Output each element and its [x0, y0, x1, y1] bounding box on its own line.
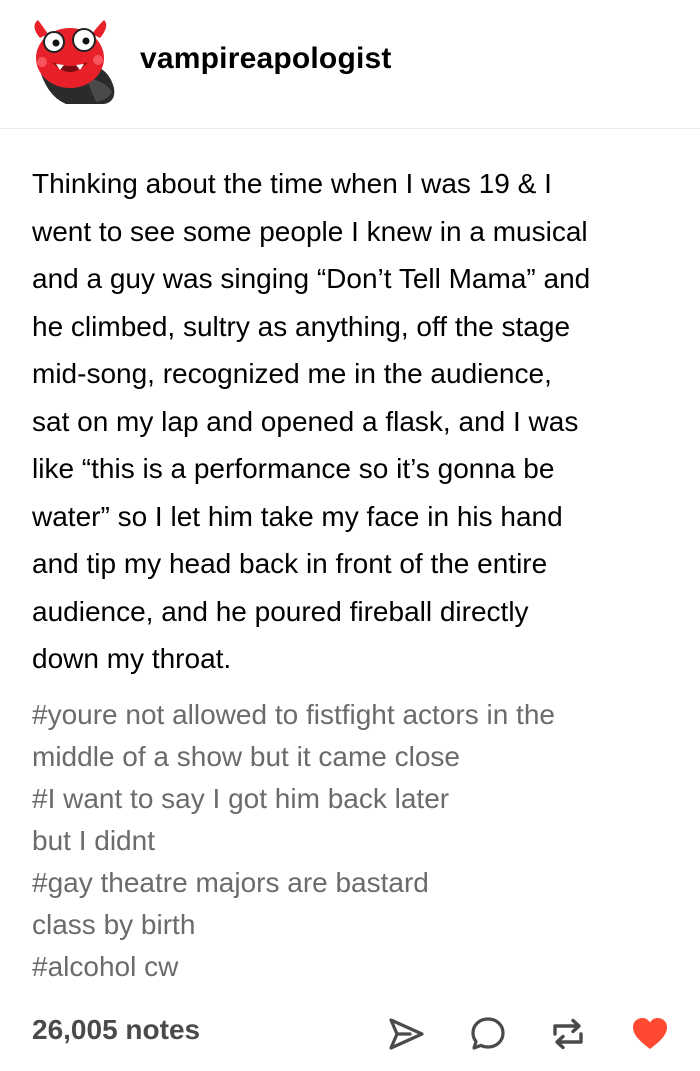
- tag-line[interactable]: middle of a show but it came close: [32, 736, 682, 778]
- post-tags: #youre not allowed to fistfight actors i…: [32, 694, 682, 988]
- share-button[interactable]: [386, 1014, 426, 1054]
- tag-line[interactable]: #youre not allowed to fistfight actors i…: [32, 694, 682, 736]
- avatar[interactable]: [26, 18, 118, 108]
- username[interactable]: vampireapologist: [140, 42, 392, 76]
- post-body-line: and tip my head back in front of the ent…: [32, 548, 548, 579]
- post-body-line: audience, and he poured fireball directl…: [32, 595, 529, 627]
- post-body-line: water” so I let him take my face in his …: [32, 500, 563, 532]
- heart-icon: [633, 1018, 667, 1049]
- post-body-line: mid-song, recognized me in the audience,: [32, 358, 552, 389]
- post-body-line: and a guy was singing “Don’t Tell Mama” …: [32, 263, 591, 294]
- tag-line[interactable]: class by birth: [32, 904, 682, 946]
- like-button[interactable]: [630, 1014, 670, 1054]
- reblog-button[interactable]: [548, 1014, 588, 1054]
- tag-line[interactable]: #I want to say I got him back later: [32, 778, 682, 820]
- post-header: vampireapologist: [0, 0, 700, 128]
- post-body: Thinking about the time when I was 19 & …: [32, 160, 682, 683]
- post-body-line: like “this is a performance so it’s gonn…: [32, 453, 555, 484]
- post-body-line: went to see some people I knew in a musi…: [32, 215, 588, 247]
- header-divider: [0, 128, 700, 129]
- post-body-line: sat on my lap and opened a flask, and I …: [32, 405, 579, 437]
- red-monster-avatar-icon: [34, 20, 115, 104]
- tag-line[interactable]: #gay theatre majors are bastard: [32, 862, 682, 904]
- post-body-line: down my throat.: [32, 643, 232, 674]
- post-body-line: he climbed, sultry as anything, off the …: [32, 310, 571, 342]
- share-icon: [389, 1018, 424, 1050]
- reblog-icon: [553, 1018, 583, 1050]
- tag-line[interactable]: but I didnt: [32, 820, 682, 862]
- reply-icon: [471, 1017, 505, 1050]
- post-body-line: Thinking about the time when I was 19 & …: [32, 168, 552, 199]
- notes-count[interactable]: 26,005 notes: [32, 1014, 200, 1046]
- post-footer: 26,005 notes: [0, 1000, 700, 1066]
- reply-button[interactable]: [468, 1014, 508, 1054]
- tag-line[interactable]: #alcohol cw: [32, 946, 682, 988]
